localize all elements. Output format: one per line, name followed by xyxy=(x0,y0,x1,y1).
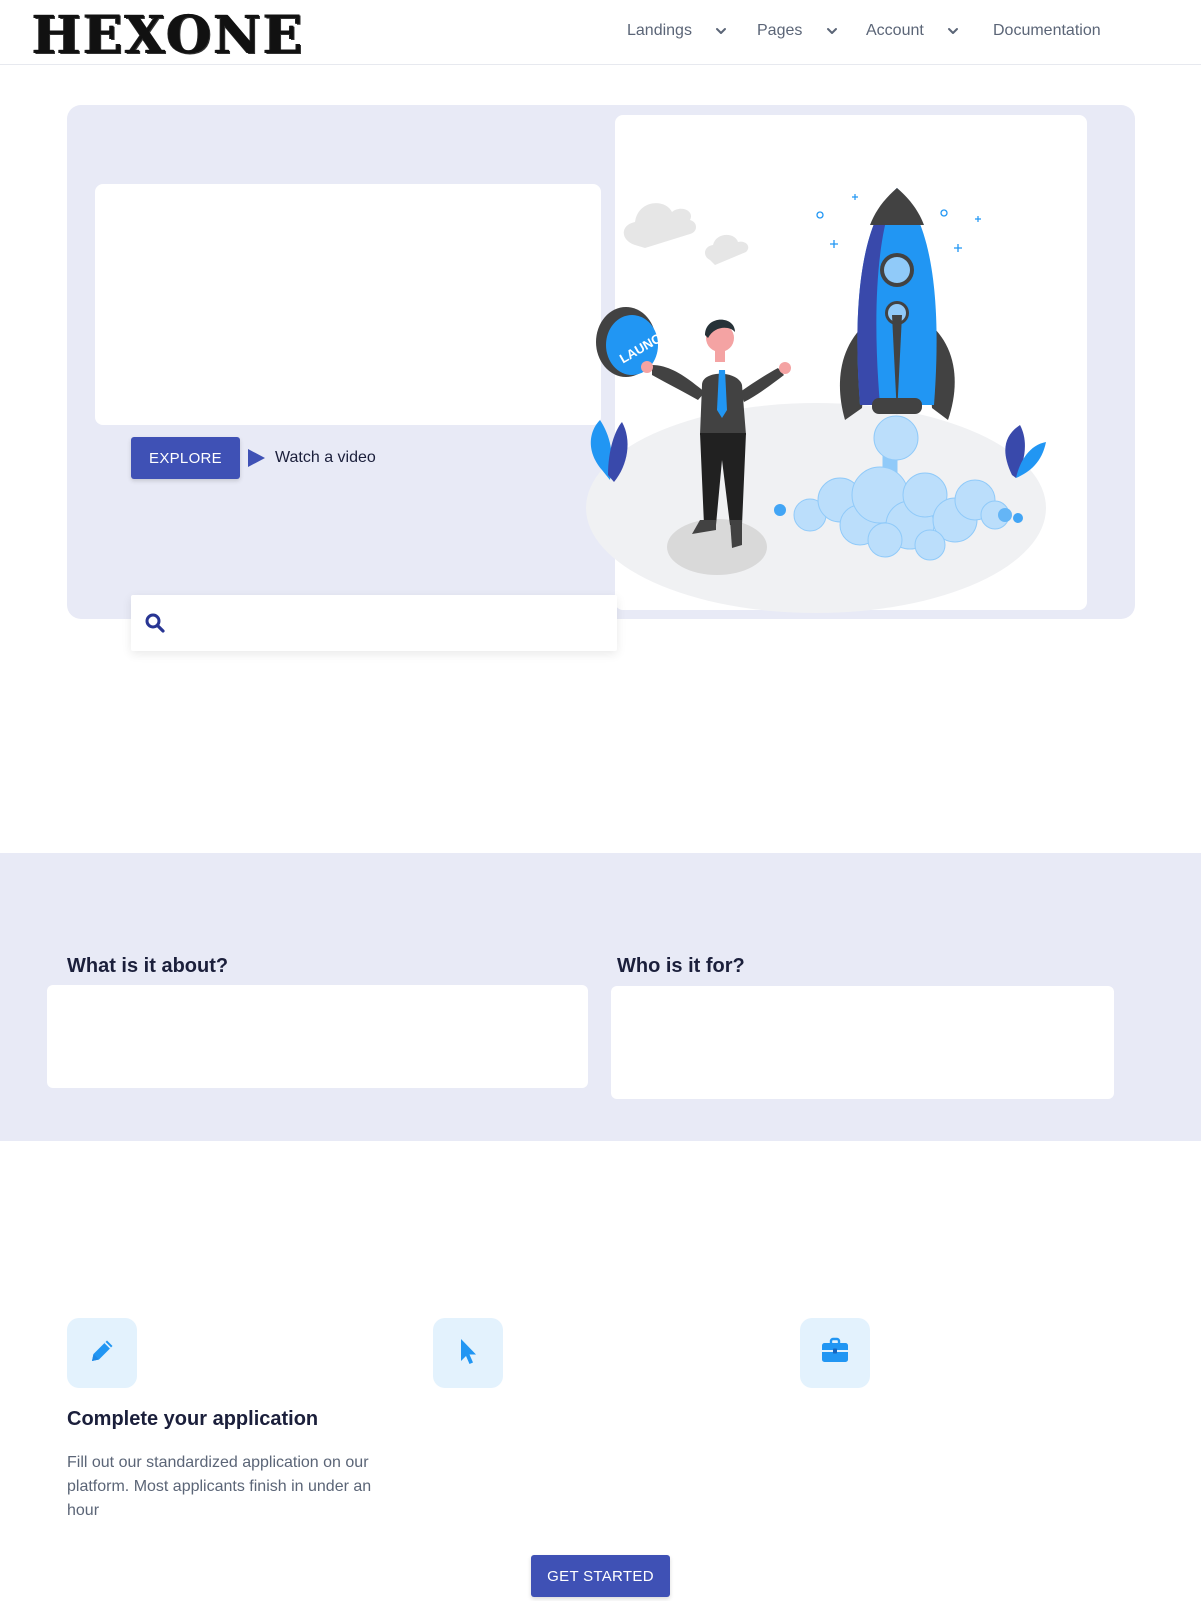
briefcase-icon xyxy=(819,1335,851,1372)
search-input[interactable] xyxy=(176,602,617,644)
chevron-down-icon xyxy=(946,24,960,38)
top-navbar: HEXONE Landings Pages Account Documentat… xyxy=(0,0,1201,65)
who-is-it-for-heading: Who is it for? xyxy=(617,955,745,977)
nav-item-label: Account xyxy=(866,22,924,39)
pencil-icon xyxy=(86,1335,118,1372)
nav-item-label: Landings xyxy=(627,22,692,39)
feature-3-icon-tile xyxy=(800,1318,870,1388)
main-nav: Landings Pages Account Documentation xyxy=(600,0,1201,64)
brand-logo[interactable]: HEXONE xyxy=(32,10,305,62)
who-is-it-for-card xyxy=(611,986,1114,1099)
nav-item-pages[interactable]: Pages xyxy=(757,22,839,40)
about-section: What is it about? Who is it for? xyxy=(0,853,1201,1141)
nav-item-account[interactable]: Account xyxy=(866,22,960,40)
what-is-it-about-card xyxy=(47,985,588,1088)
feature-1-title: Complete your application xyxy=(67,1408,319,1430)
watch-video-label: Watch a video xyxy=(275,449,376,466)
nav-item-label: Documentation xyxy=(993,22,1101,39)
play-icon xyxy=(246,448,266,468)
feature-2-icon-tile xyxy=(433,1318,503,1388)
search-icon xyxy=(144,612,166,634)
nav-item-documentation[interactable]: Documentation xyxy=(993,22,1101,40)
what-is-it-about-heading: What is it about? xyxy=(67,955,229,977)
rocket-launch-illustration: LAUNCH xyxy=(586,188,1046,613)
feature-1-description: Fill out our standardized application on… xyxy=(67,1454,372,1519)
search-bar xyxy=(131,595,617,651)
explore-button[interactable]: EXPLORE xyxy=(131,437,240,479)
chevron-down-icon xyxy=(825,24,839,38)
get-started-button[interactable]: GET STARTED xyxy=(531,1555,670,1597)
hero-text-card xyxy=(95,184,601,425)
feature-1-icon-tile xyxy=(67,1318,137,1388)
nav-item-landings[interactable]: Landings xyxy=(627,22,728,40)
watch-video-link[interactable]: Watch a video xyxy=(246,447,376,469)
chevron-down-icon xyxy=(714,24,728,38)
nav-item-label: Pages xyxy=(757,22,803,39)
cursor-icon xyxy=(452,1335,484,1372)
